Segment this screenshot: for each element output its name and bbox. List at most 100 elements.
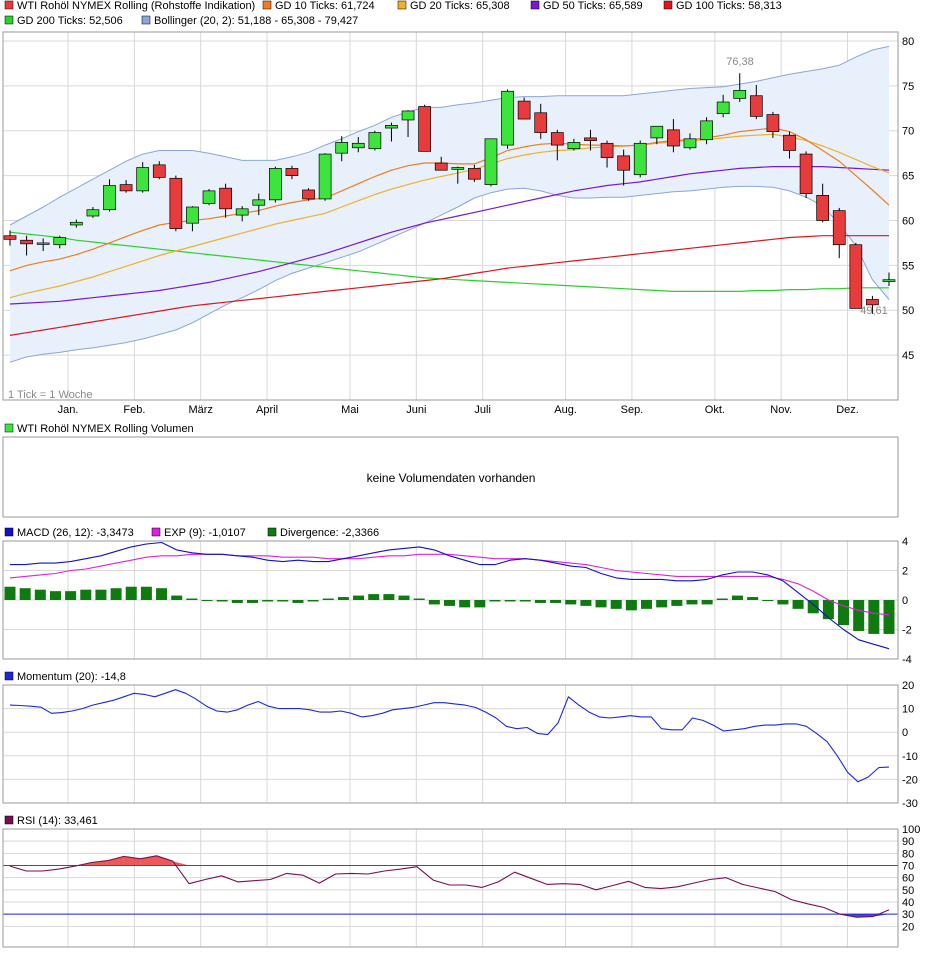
legend-swatch-volume: [4, 423, 14, 433]
candle-body: [202, 190, 216, 204]
legend-gd200: GD 200 Ticks: 52,506: [17, 15, 123, 27]
y-tick-label: 2: [902, 566, 908, 578]
y-tick-label: 50: [902, 885, 914, 897]
divergence-bar: [762, 600, 774, 601]
y-tick-label: -4: [902, 654, 912, 666]
y-tick-label: 20: [902, 680, 914, 692]
divergence-bar: [95, 589, 107, 600]
divergence-bar: [262, 600, 274, 602]
rsi-ref-label: 70: [902, 860, 914, 872]
y-tick-label: 55: [902, 260, 914, 272]
divergence-bar: [171, 595, 183, 600]
candle-body: [567, 142, 581, 150]
candle-body: [103, 185, 116, 211]
legend-rsi: RSI (14): 33,461: [17, 815, 98, 827]
legend-gd20: GD 20 Ticks: 65,308: [410, 0, 510, 12]
x-tick-label: März: [188, 404, 212, 416]
candle: [633, 140, 647, 178]
y-tick-label: 4: [902, 536, 908, 548]
y-tick-label: 70: [902, 126, 914, 138]
divergence-bar: [110, 588, 122, 600]
divergence-bar: [610, 600, 622, 609]
x-tick-label: Mai: [341, 404, 359, 416]
candle-body: [617, 155, 630, 171]
legend-macd: MACD (26, 12): -3,3473: [17, 527, 134, 539]
candle: [418, 104, 431, 152]
candle-body: [401, 110, 415, 121]
high-label: 76,38: [726, 56, 754, 68]
y-tick-label: 60: [902, 215, 914, 227]
candle-body: [534, 112, 548, 133]
divergence-bar: [337, 597, 349, 600]
legend-swatch-gd200: [4, 15, 14, 25]
divergence-bar: [34, 589, 46, 600]
candle: [302, 188, 315, 201]
candle-body: [816, 195, 830, 221]
divergence-bar: [716, 598, 728, 600]
divergence-bar: [216, 600, 228, 602]
candle-body: [550, 132, 564, 146]
divergence-bar: [444, 600, 455, 606]
y-tick-label: 100: [902, 824, 920, 836]
divergence-bar: [625, 600, 637, 611]
y-tick-label: -10: [902, 751, 918, 763]
x-tick-label: Juli: [474, 404, 491, 416]
candle: [318, 153, 332, 201]
legend-price: WTI Rohöl NYMEX Rolling (Rohstoffe Indik…: [17, 0, 255, 12]
divergence-bar: [868, 600, 880, 634]
y-tick-label: 90: [902, 836, 914, 848]
legend-swatch-gd10: [262, 0, 272, 10]
candle-body: [733, 89, 747, 99]
candle-body: [418, 106, 431, 152]
candle-body: [119, 184, 133, 192]
candle-body: [385, 124, 398, 129]
legend-volume: WTI Rohöl NYMEX Rolling Volumen: [17, 423, 194, 435]
x-tick-label: Sep.: [621, 404, 644, 416]
divergence-bar: [701, 600, 713, 605]
candle-body: [517, 100, 531, 120]
divergence-bar: [428, 600, 440, 605]
candle-body: [252, 199, 266, 206]
candle-body: [700, 120, 713, 141]
divergence-bar: [595, 600, 607, 608]
divergence-bar: [671, 600, 683, 606]
candle-body: [633, 142, 647, 176]
candle-body: [368, 132, 382, 150]
candle-body: [152, 164, 166, 178]
legend-gd10: GD 10 Ticks: 61,724: [275, 0, 375, 12]
candle-body: [882, 279, 896, 282]
y-tick-label: 65: [902, 171, 914, 183]
candle-body: [799, 153, 813, 194]
divergence-bar: [201, 600, 213, 601]
x-tick-label: Juni: [406, 404, 426, 416]
divergence-bar: [398, 595, 410, 600]
legend-swatch-momentum: [4, 671, 14, 681]
divergence-bar: [656, 600, 668, 608]
legend-swatch-gd20: [397, 0, 407, 10]
candle-body: [302, 189, 315, 200]
candle-body: [484, 138, 498, 185]
divergence-bar: [550, 600, 562, 603]
divergence-bar: [747, 597, 759, 600]
candle-body: [849, 244, 863, 309]
candle-body: [69, 221, 83, 226]
candle-body: [318, 153, 332, 200]
x-tick-label: Jan.: [58, 404, 79, 416]
divergence-bar: [822, 600, 834, 620]
divergence-bar: [580, 600, 592, 606]
x-tick-label: Aug.: [554, 404, 577, 416]
x-tick-label: April: [256, 404, 278, 416]
candle-body: [600, 142, 614, 159]
divergence-bar: [777, 600, 789, 605]
divergence-bar: [49, 591, 61, 600]
legend-exp: EXP (9): -1,0107: [164, 527, 246, 539]
legend-swatch-gd50: [530, 0, 540, 10]
divergence-bar: [489, 600, 501, 602]
candle-body: [584, 137, 597, 141]
tick-note: 1 Tick = 1 Woche: [8, 389, 92, 401]
candle-body: [451, 167, 465, 170]
candle-body: [235, 208, 249, 216]
divergence-bar: [65, 591, 77, 600]
low-label: 49,61: [860, 305, 888, 317]
candle: [484, 138, 498, 187]
